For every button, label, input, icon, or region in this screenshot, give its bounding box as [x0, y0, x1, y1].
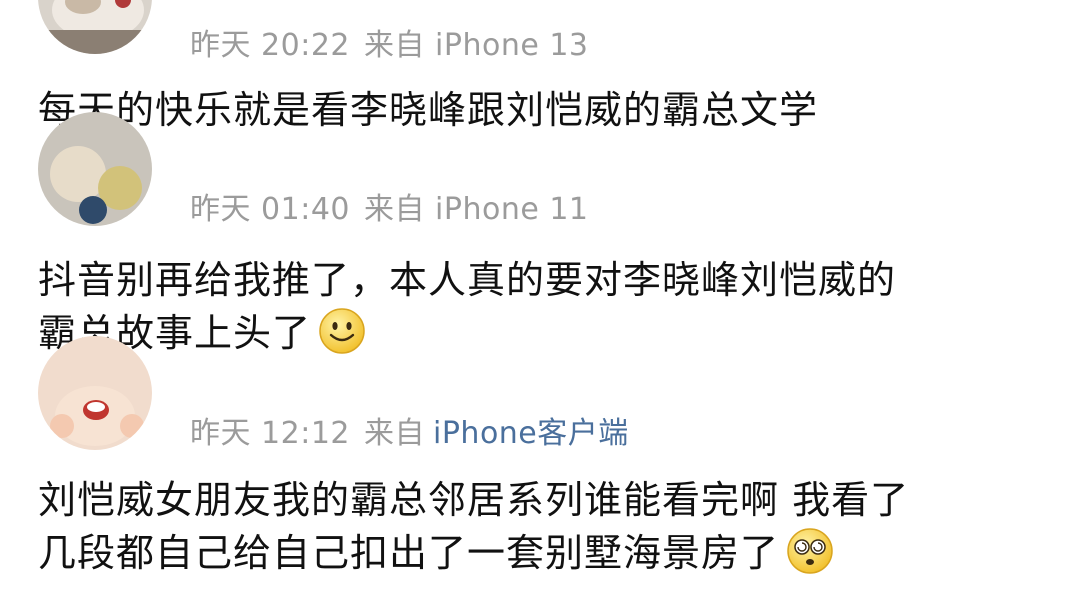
comment-time: 昨天 01:40	[190, 192, 350, 227]
comment-time: 昨天 12:12	[190, 416, 350, 451]
comment-text-line: 抖音别再给我推了，本人真的要对李晓峰刘恺威的	[38, 258, 897, 302]
avatar-image	[38, 336, 152, 450]
comment-source: 来自 iPhone 13	[364, 28, 589, 63]
comment-meta: 昨天 12:12 来自 iPhone客户端	[190, 408, 629, 452]
avatar-image	[38, 0, 152, 54]
comment-text-line-with-emoji: 几段都自己给自己扣出了一套别墅海景房了	[38, 526, 1048, 579]
comment-source: 来自 iPhone 11	[364, 192, 589, 227]
comment-source-prefix: 来自	[364, 416, 425, 451]
avatar[interactable]	[38, 336, 152, 450]
comment-time: 昨天 20:22	[190, 28, 350, 63]
avatar-image	[38, 112, 152, 226]
comment-meta: 昨天 20:22 来自 iPhone 13	[190, 20, 589, 64]
comment-text: 抖音别再给我推了，本人真的要对李晓峰刘恺威的 霸总故事上头了	[38, 254, 1048, 359]
comment-text: 刘恺威女朋友我的霸总邻居系列谁能看完啊 我看了 几段都自己给自己扣出了一套别墅海…	[38, 474, 1048, 579]
comment-text-line: 几段都自己给自己扣出了一套别墅海景房了	[38, 531, 780, 575]
comment-text-line: 刘恺威女朋友我的霸总邻居系列谁能看完啊 我看了	[38, 478, 910, 522]
avatar[interactable]	[38, 0, 152, 54]
dizzy-eyes-emoji-icon	[787, 528, 833, 574]
avatar[interactable]	[38, 112, 152, 226]
comment-meta: 昨天 01:40 来自 iPhone 11	[190, 184, 589, 228]
comment-text-line-with-emoji: 霸总故事上头了	[38, 306, 1048, 359]
comment-text: 每天的快乐就是看李晓峰跟刘恺威的霸总文学	[38, 84, 1048, 136]
comment-source-link[interactable]: iPhone客户端	[433, 416, 629, 451]
smile-emoji-icon	[319, 308, 365, 354]
comment-text-line: 每天的快乐就是看李晓峰跟刘恺威的霸总文学	[38, 88, 819, 132]
